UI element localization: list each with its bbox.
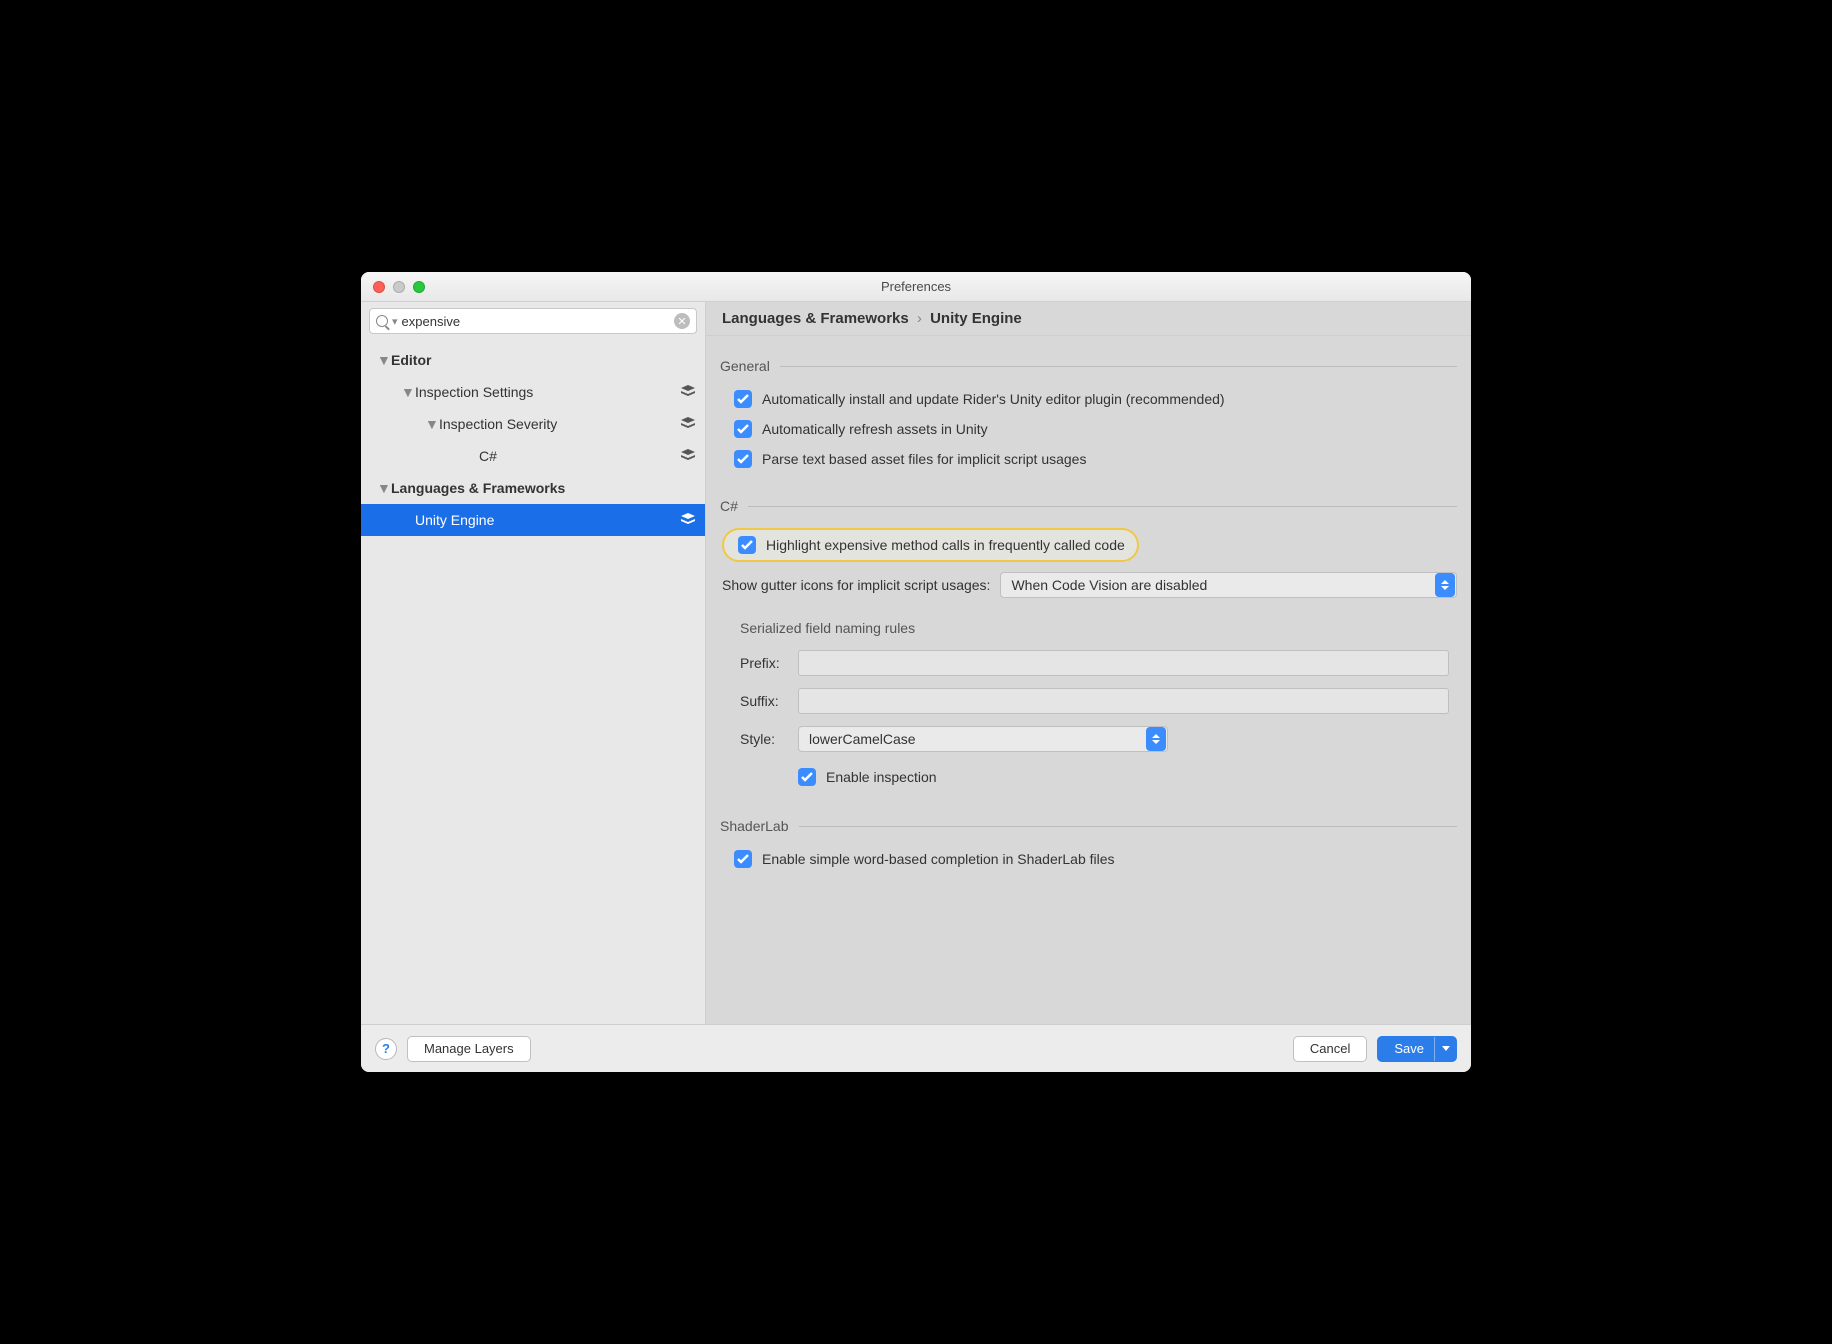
breadcrumb-leaf: Unity Engine — [930, 310, 1022, 327]
sidebar-item-label: Editor — [391, 352, 431, 368]
sidebar-item-label: Languages & Frameworks — [391, 480, 565, 496]
sidebar-item-inspection-settings[interactable]: ▼Inspection Settings — [361, 376, 705, 408]
search-icon — [376, 315, 388, 327]
titlebar: Preferences — [361, 272, 1471, 302]
layer-icon — [681, 512, 695, 528]
highlight-expensive-checkbox[interactable] — [738, 536, 756, 554]
sidebar-item-unity-engine[interactable]: Unity Engine — [361, 504, 705, 536]
footer: ? Manage Layers Cancel Save — [361, 1024, 1471, 1072]
preferences-window: Preferences ▾ ✕ ▼Editor▼Inspection Setti… — [361, 272, 1471, 1072]
chevron-down-icon: ▼ — [377, 480, 387, 496]
sidebar-item-label: Unity Engine — [415, 512, 494, 528]
sidebar-item-languages-frameworks[interactable]: ▼Languages & Frameworks — [361, 472, 705, 504]
layer-icon — [681, 416, 695, 432]
clear-search-button[interactable]: ✕ — [674, 313, 690, 329]
suffix-label: Suffix: — [740, 693, 788, 709]
sidebar-item-label: Inspection Settings — [415, 384, 533, 400]
manage-layers-button[interactable]: Manage Layers — [407, 1036, 531, 1062]
serialized-rules-title: Serialized field naming rules — [720, 602, 1457, 644]
highlighted-option: Highlight expensive method calls in freq… — [722, 528, 1139, 562]
auto-install-checkbox[interactable] — [734, 390, 752, 408]
close-window-button[interactable] — [373, 281, 385, 293]
main-panel: Languages & Frameworks › Unity Engine Ge… — [706, 302, 1471, 1024]
sidebar-item-editor[interactable]: ▼Editor — [361, 344, 705, 376]
auto-refresh-checkbox[interactable] — [734, 420, 752, 438]
section-general: General — [720, 358, 1457, 374]
gutter-icons-label: Show gutter icons for implicit script us… — [722, 577, 990, 593]
prefix-input[interactable] — [798, 650, 1449, 676]
chevron-down-icon: ▼ — [377, 352, 387, 368]
suffix-input[interactable] — [798, 688, 1449, 714]
help-button[interactable]: ? — [375, 1038, 397, 1060]
breadcrumb-root: Languages & Frameworks — [722, 310, 909, 327]
gutter-icons-select[interactable]: When Code Vision are disabled — [1000, 572, 1457, 598]
enable-inspection-checkbox[interactable] — [798, 768, 816, 786]
style-value: lowerCamelCase — [809, 731, 916, 747]
zoom-window-button[interactable] — [413, 281, 425, 293]
section-shaderlab: ShaderLab — [720, 818, 1457, 834]
save-button[interactable]: Save — [1377, 1036, 1457, 1062]
sidebar-item-label: C# — [479, 448, 497, 464]
gutter-icons-value: When Code Vision are disabled — [1011, 577, 1207, 593]
section-csharp: C# — [720, 498, 1457, 514]
window-title: Preferences — [361, 279, 1471, 294]
highlight-expensive-label: Highlight expensive method calls in freq… — [766, 537, 1125, 553]
breadcrumb: Languages & Frameworks › Unity Engine — [706, 302, 1471, 336]
auto-refresh-label: Automatically refresh assets in Unity — [762, 421, 988, 437]
section-shaderlab-title: ShaderLab — [720, 818, 789, 834]
save-dropdown-icon[interactable] — [1434, 1037, 1456, 1061]
section-csharp-title: C# — [720, 498, 738, 514]
shaderlab-completion-checkbox[interactable] — [734, 850, 752, 868]
content: General Automatically install and update… — [706, 336, 1471, 1024]
style-label: Style: — [740, 731, 788, 747]
parse-assets-checkbox[interactable] — [734, 450, 752, 468]
layer-icon — [681, 448, 695, 464]
enable-inspection-label: Enable inspection — [826, 769, 937, 785]
settings-tree[interactable]: ▼Editor▼Inspection Settings▼Inspection S… — [361, 340, 705, 1024]
body: ▾ ✕ ▼Editor▼Inspection Settings▼Inspecti… — [361, 302, 1471, 1024]
select-arrows-icon — [1146, 727, 1166, 751]
prefix-label: Prefix: — [740, 655, 788, 671]
sidebar: ▾ ✕ ▼Editor▼Inspection Settings▼Inspecti… — [361, 302, 706, 1024]
dropdown-caret-icon: ▾ — [392, 315, 398, 328]
parse-assets-label: Parse text based asset files for implici… — [762, 451, 1086, 467]
auto-install-label: Automatically install and update Rider's… — [762, 391, 1225, 407]
layer-icon — [681, 384, 695, 400]
section-general-title: General — [720, 358, 770, 374]
sidebar-item-c-[interactable]: C# — [361, 440, 705, 472]
cancel-button[interactable]: Cancel — [1293, 1036, 1367, 1062]
search-box[interactable]: ▾ ✕ — [369, 308, 697, 334]
traffic-lights — [373, 281, 425, 293]
minimize-window-button[interactable] — [393, 281, 405, 293]
style-select[interactable]: lowerCamelCase — [798, 726, 1168, 752]
chevron-down-icon: ▼ — [401, 384, 411, 400]
shaderlab-completion-label: Enable simple word-based completion in S… — [762, 851, 1115, 867]
search-input[interactable] — [402, 314, 670, 329]
select-arrows-icon — [1435, 573, 1455, 597]
sidebar-item-label: Inspection Severity — [439, 416, 557, 432]
chevron-down-icon: ▼ — [425, 416, 435, 432]
breadcrumb-separator-icon: › — [913, 310, 926, 327]
sidebar-item-inspection-severity[interactable]: ▼Inspection Severity — [361, 408, 705, 440]
